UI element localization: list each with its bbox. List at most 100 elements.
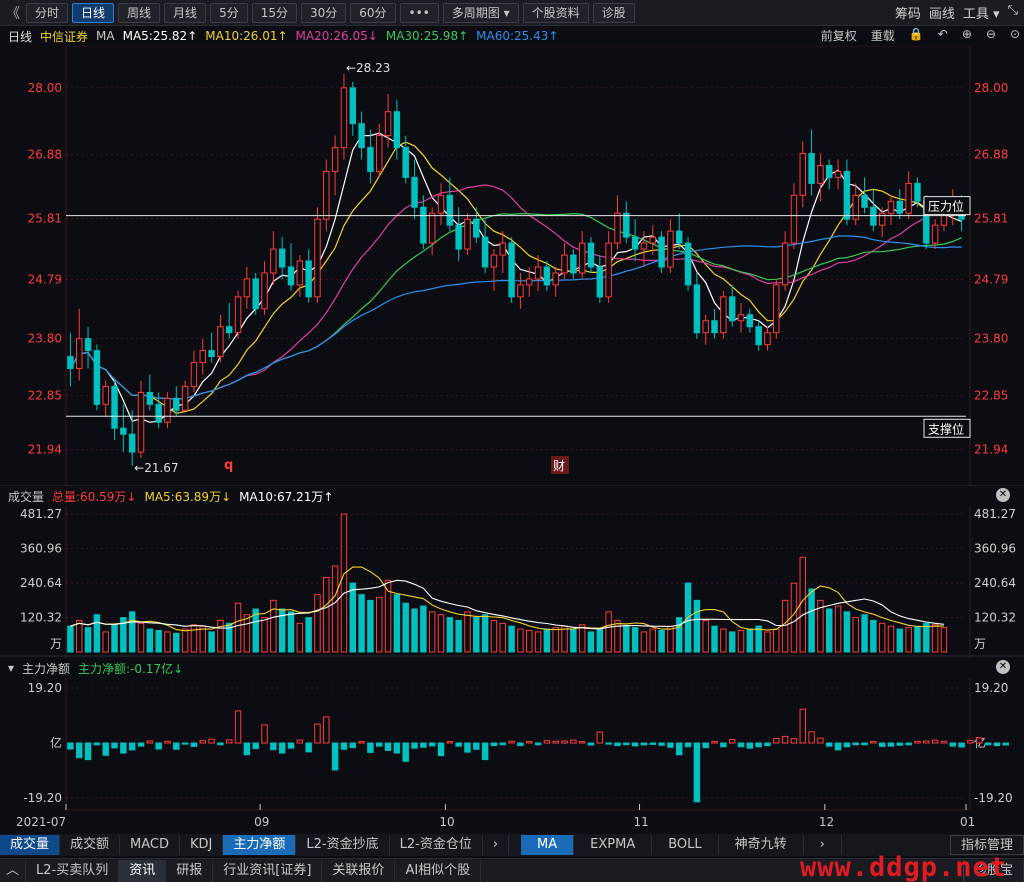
period-button[interactable]: 多周期图 ▾ bbox=[442, 2, 519, 23]
period-button[interactable]: 诊股 bbox=[592, 2, 635, 23]
bottom-tab[interactable]: 资讯 bbox=[119, 859, 167, 882]
lock-icon[interactable]: 🔒 bbox=[909, 27, 924, 44]
period-button[interactable]: 周线 bbox=[118, 2, 161, 23]
overlay-indicator-tab[interactable]: EXPMA bbox=[574, 835, 653, 855]
forward-adjust-button[interactable]: 前复权 bbox=[821, 27, 857, 44]
volume-bar bbox=[561, 625, 568, 653]
candle bbox=[861, 177, 868, 214]
candle bbox=[84, 326, 92, 369]
flow-bar bbox=[711, 741, 718, 744]
volume-bar bbox=[455, 619, 462, 653]
collapse-flow-icon[interactable]: ▾ bbox=[8, 661, 14, 675]
indicator-tab[interactable]: 成交量 bbox=[0, 835, 61, 855]
volume-bar bbox=[914, 625, 921, 653]
overlay-indicator-tab[interactable]: BOLL bbox=[652, 835, 719, 855]
candle bbox=[887, 195, 895, 226]
volume-bar bbox=[411, 608, 418, 653]
expand-bottom-icon[interactable]: ︿ bbox=[0, 859, 27, 882]
bottom-tab[interactable]: 关联报价 bbox=[322, 859, 396, 882]
volume-bar bbox=[570, 628, 577, 653]
finance-marker: 财 bbox=[553, 459, 565, 473]
flow-bar bbox=[940, 740, 948, 744]
flow-bar bbox=[164, 740, 171, 744]
flow-tick-left: -19.20 bbox=[23, 791, 62, 805]
chips-button[interactable]: 筹码 bbox=[895, 3, 921, 22]
flow-bar bbox=[676, 742, 683, 756]
close-volume-icon[interactable]: ✕ bbox=[996, 488, 1010, 502]
volume-bar bbox=[526, 629, 533, 653]
period-button[interactable]: 分时 bbox=[26, 2, 69, 23]
period-button[interactable]: 5分 bbox=[210, 2, 248, 23]
kline-chart[interactable]: 28.00 28.00 26.88 26.88 25.81 25.81 24.79 24.79… bbox=[0, 46, 1024, 858]
volume-bar bbox=[420, 605, 427, 653]
fullscreen-icon[interactable]: ⤡ bbox=[1008, 3, 1018, 22]
bottom-tab[interactable]: 行业资讯[证券] bbox=[213, 859, 323, 882]
volume-unit-right: 万 bbox=[974, 637, 986, 651]
volume-bar bbox=[331, 565, 339, 653]
indicator-tab[interactable]: L2-资金仓位 bbox=[390, 835, 483, 855]
overlay-indicator-tab[interactable]: 神奇九转 bbox=[719, 835, 804, 855]
watermark-logo: www.ddgp.net bbox=[800, 852, 1008, 882]
volume-bar bbox=[543, 628, 551, 653]
indicator-tab[interactable]: 成交额 bbox=[60, 835, 121, 855]
bottom-tab[interactable]: AI相似个股 bbox=[395, 859, 482, 882]
candle bbox=[120, 404, 127, 453]
volume-bar bbox=[578, 624, 586, 653]
indicator-tab[interactable]: L2-资金抄底 bbox=[296, 835, 390, 855]
total-volume: 总量:60.59万↓ bbox=[52, 489, 137, 504]
period-button[interactable]: 30分 bbox=[300, 2, 347, 23]
volume-tick-left: 481.27 bbox=[20, 507, 62, 521]
indicator-tab[interactable]: KDJ bbox=[180, 835, 224, 855]
tools-button[interactable]: 工具 ▾ bbox=[963, 3, 1000, 22]
volume-bar bbox=[623, 625, 630, 653]
volume-bar bbox=[287, 611, 295, 653]
volume-tick-right: 481.27 bbox=[974, 507, 1016, 521]
bottom-tab[interactable]: 研报 bbox=[166, 859, 214, 882]
candle bbox=[181, 380, 189, 411]
period-button[interactable]: 15分 bbox=[251, 2, 297, 23]
flow-bar bbox=[296, 739, 304, 744]
candle bbox=[834, 159, 842, 190]
candle bbox=[826, 159, 833, 190]
flow-bar bbox=[102, 742, 109, 756]
zoom-in-icon[interactable]: ⊕ bbox=[962, 27, 972, 44]
flow-tick-left: 19.20 bbox=[28, 681, 62, 695]
period-toolbar: 《 分时 日线 周线 月线 5分 15分 30分 60分 ••• 多周期图 ▾ 个股资料 诊股 筹码 … bbox=[0, 0, 1024, 26]
period-button[interactable]: ••• bbox=[399, 2, 439, 23]
flow-bar bbox=[552, 740, 559, 744]
flow-bar bbox=[746, 742, 754, 749]
period-button[interactable]: 日线 bbox=[72, 2, 115, 23]
period-button[interactable]: 个股资料 bbox=[522, 2, 589, 23]
flow-bar bbox=[93, 742, 101, 746]
indicator-tab[interactable]: 主力净额 bbox=[223, 835, 297, 855]
volume-title[interactable]: 成交量 bbox=[8, 488, 44, 505]
period-button[interactable]: 60分 bbox=[350, 2, 396, 23]
candle bbox=[658, 231, 665, 273]
collapse-left-icon[interactable]: 《 bbox=[4, 3, 22, 23]
flow-bar bbox=[887, 742, 895, 747]
volume-bar bbox=[358, 594, 365, 653]
reload-button[interactable]: 重载 bbox=[871, 27, 895, 44]
volume-bar bbox=[84, 627, 92, 653]
volume-bar bbox=[702, 619, 709, 653]
volume-bar bbox=[631, 627, 639, 653]
zoom-out-icon[interactable]: ⊖ bbox=[986, 27, 996, 44]
bottom-tab[interactable]: L2-买卖队列 bbox=[26, 859, 120, 882]
candle bbox=[578, 231, 586, 279]
indicator-tab[interactable]: MACD bbox=[120, 835, 180, 855]
flow-title[interactable]: 主力净额 bbox=[22, 660, 70, 677]
flow-bar bbox=[376, 742, 383, 747]
undo-icon[interactable]: ↶ bbox=[938, 27, 948, 44]
volume-bar bbox=[270, 599, 277, 653]
candle bbox=[226, 302, 233, 339]
overlay-indicator-tab[interactable]: MA bbox=[521, 835, 575, 855]
close-flow-icon[interactable]: ✕ bbox=[996, 660, 1010, 674]
candle bbox=[773, 278, 780, 339]
indicator-tab[interactable]: › bbox=[483, 835, 510, 855]
settings-icon[interactable]: ⊙ bbox=[1010, 27, 1020, 44]
flow-bar bbox=[570, 739, 577, 744]
flow-bar bbox=[834, 742, 842, 751]
ma-indicator-name[interactable]: MA bbox=[96, 29, 115, 43]
period-button[interactable]: 月线 bbox=[164, 2, 207, 23]
draw-line-button[interactable]: 画线 bbox=[929, 3, 955, 22]
